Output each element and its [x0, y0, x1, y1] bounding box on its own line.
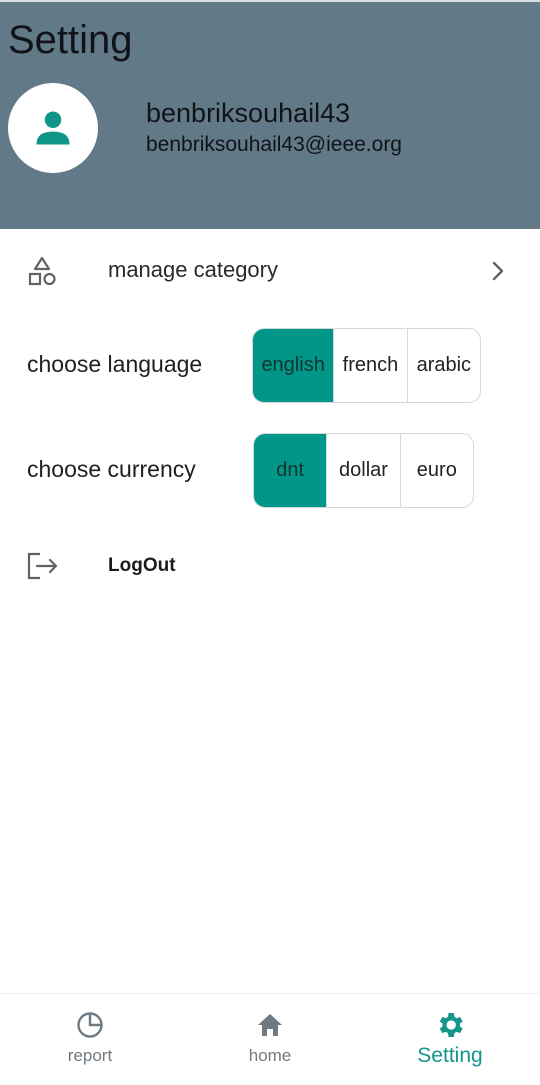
currency-option-dollar[interactable]: dollar	[326, 434, 399, 507]
nav-home-label: home	[248, 1046, 292, 1065]
nav-setting-label: Setting	[417, 1044, 483, 1067]
manage-category-row[interactable]: manage category	[0, 243, 540, 299]
username: benbriksouhail43	[146, 98, 351, 128]
profile-header: Setting benbriksouhail43 benbriksouhail4…	[0, 0, 540, 229]
home-icon	[258, 1014, 282, 1036]
nav-report[interactable]: report	[0, 994, 180, 1085]
avatar[interactable]	[8, 83, 98, 173]
bottom-navigation: report home Setting	[0, 993, 540, 1085]
manage-category-label: manage category	[108, 257, 278, 282]
choose-language-label: choose language	[27, 351, 203, 377]
choose-currency-label: choose currency	[27, 456, 196, 482]
nav-report-label: report	[67, 1046, 113, 1065]
language-option-english[interactable]: english	[253, 329, 334, 402]
currency-selector: dnt dollar euro	[253, 433, 474, 508]
user-email: benbriksouhail43@ieee.org	[146, 133, 402, 156]
logout-button[interactable]: LogOut	[108, 556, 176, 575]
nav-setting[interactable]: Setting	[360, 994, 540, 1085]
currency-option-euro[interactable]: euro	[399, 434, 473, 507]
logout-icon[interactable]	[26, 551, 60, 581]
nav-home[interactable]: home	[180, 994, 360, 1085]
category-shapes-icon	[28, 256, 56, 286]
settings-screen: Setting benbriksouhail43 benbriksouhail4…	[0, 0, 540, 1085]
page-title: Setting	[8, 18, 133, 62]
language-option-french[interactable]: french	[333, 329, 406, 402]
currency-option-dnt[interactable]: dnt	[254, 434, 327, 507]
gear-icon	[439, 1013, 463, 1037]
pie-chart-icon	[77, 1012, 103, 1038]
person-icon	[36, 111, 70, 145]
language-selector: english french arabic	[252, 328, 481, 403]
chevron-right-icon	[492, 261, 504, 281]
language-option-arabic[interactable]: arabic	[406, 329, 480, 402]
